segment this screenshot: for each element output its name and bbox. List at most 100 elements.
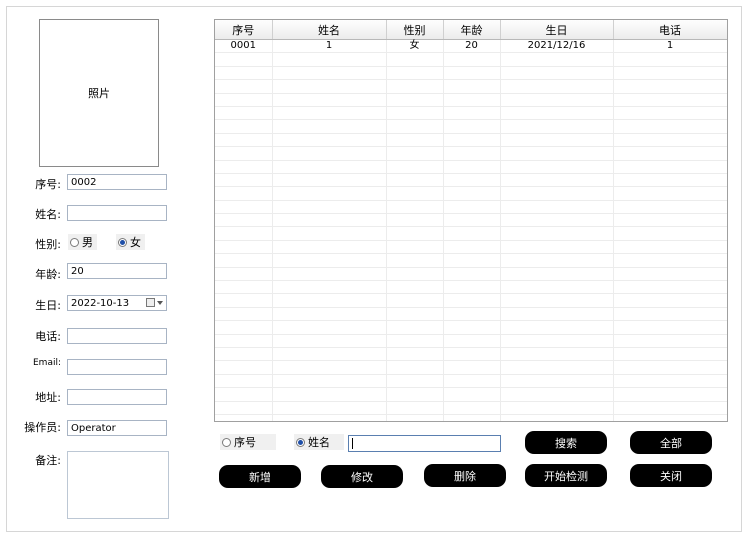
empty-cell — [386, 374, 444, 389]
empty-cell — [386, 106, 444, 121]
empty-cell — [500, 52, 614, 67]
empty-cell — [272, 119, 387, 134]
empty-cell — [613, 133, 727, 148]
column-header-name[interactable]: 姓名 — [272, 20, 387, 40]
empty-cell — [443, 106, 501, 121]
gender-male-label: 男 — [82, 236, 93, 249]
empty-cell — [443, 387, 501, 402]
empty-cell — [500, 93, 614, 107]
empty-cell — [215, 133, 273, 148]
empty-row — [215, 334, 727, 348]
empty-cell — [443, 52, 501, 67]
data-grid[interactable]: 序号 姓名 性别 年龄 生日 电话 0001 1 女 20 2021/12/16… — [214, 19, 728, 422]
column-header-gender[interactable]: 性别 — [386, 20, 444, 40]
empty-cell — [272, 52, 387, 67]
cell-seq: 0001 — [215, 39, 273, 54]
photo-box[interactable]: 照片 — [39, 19, 159, 167]
empty-cell — [272, 106, 387, 121]
calendar-dropdown[interactable] — [146, 298, 163, 307]
empty-cell — [215, 106, 273, 121]
empty-cell — [386, 267, 444, 282]
column-header-age[interactable]: 年龄 — [443, 20, 501, 40]
empty-cell — [500, 320, 614, 335]
edit-button[interactable]: 修改 — [321, 465, 403, 488]
empty-cell — [272, 401, 387, 415]
empty-cell — [500, 280, 614, 295]
empty-row — [215, 307, 727, 322]
empty-cell — [215, 186, 273, 201]
remark-textarea[interactable] — [67, 451, 169, 519]
empty-cell — [215, 347, 273, 362]
empty-cell — [215, 374, 273, 389]
empty-cell — [500, 347, 614, 362]
empty-cell — [443, 119, 501, 134]
empty-cell — [386, 52, 444, 67]
empty-cell — [215, 267, 273, 282]
add-button[interactable]: 新增 — [219, 465, 301, 488]
empty-cell — [386, 360, 444, 375]
empty-cell — [272, 293, 387, 308]
empty-cell — [272, 226, 387, 241]
email-label: Email: — [32, 358, 61, 368]
search-by-name-radio[interactable]: 姓名 — [294, 434, 344, 450]
empty-cell — [613, 293, 727, 308]
search-input[interactable] — [348, 435, 501, 452]
empty-cell — [613, 160, 727, 174]
close-button[interactable]: 关闭 — [630, 464, 712, 487]
empty-cell — [443, 240, 501, 255]
empty-cell — [500, 414, 614, 421]
empty-cell — [500, 160, 614, 174]
empty-cell — [272, 414, 387, 421]
empty-row — [215, 414, 727, 421]
empty-cell — [613, 267, 727, 282]
birthday-picker[interactable]: 2022-10-13 — [67, 295, 167, 311]
empty-cell — [613, 93, 727, 107]
cell-age: 20 — [443, 39, 501, 54]
gender-male-radio[interactable]: 男 — [68, 234, 97, 250]
text-caret — [352, 438, 353, 449]
email-field[interactable] — [67, 359, 167, 375]
empty-cell — [272, 200, 387, 215]
empty-cell — [443, 160, 501, 174]
empty-cell — [272, 320, 387, 335]
empty-cell — [386, 280, 444, 295]
empty-cell — [215, 387, 273, 402]
empty-cell — [613, 213, 727, 228]
empty-cell — [443, 253, 501, 268]
start-detect-button[interactable]: 开始检测 — [525, 464, 607, 487]
name-field[interactable] — [67, 205, 167, 221]
empty-cell — [613, 146, 727, 161]
search-button[interactable]: 搜索 — [525, 431, 607, 454]
empty-cell — [613, 253, 727, 268]
phone-field[interactable] — [67, 328, 167, 344]
empty-cell — [272, 66, 387, 81]
empty-row — [215, 213, 727, 228]
empty-cell — [443, 200, 501, 215]
empty-cell — [500, 186, 614, 201]
empty-cell — [613, 226, 727, 241]
empty-cell — [500, 173, 614, 188]
column-header-seq[interactable]: 序号 — [215, 20, 273, 40]
empty-cell — [443, 186, 501, 201]
all-button[interactable]: 全部 — [630, 431, 712, 454]
address-field[interactable] — [67, 389, 167, 405]
seq-field[interactable]: 0002 — [67, 174, 167, 190]
age-field[interactable]: 20 — [67, 263, 167, 279]
column-header-phone[interactable]: 电话 — [613, 20, 727, 40]
empty-cell — [613, 307, 727, 322]
empty-row — [215, 347, 727, 362]
empty-cell — [272, 253, 387, 268]
operator-field[interactable]: Operator — [67, 420, 167, 436]
gender-female-radio[interactable]: 女 — [116, 234, 145, 250]
empty-row — [215, 186, 727, 201]
empty-cell — [386, 387, 444, 402]
empty-cell — [500, 133, 614, 148]
table-row[interactable]: 0001 1 女 20 2021/12/16 1 — [215, 39, 727, 54]
column-header-birthday[interactable]: 生日 — [500, 20, 614, 40]
search-by-seq-radio[interactable]: 序号 — [220, 434, 276, 450]
empty-row — [215, 387, 727, 402]
empty-cell — [215, 119, 273, 134]
empty-cell — [613, 186, 727, 201]
delete-button[interactable]: 删除 — [424, 464, 506, 487]
empty-row — [215, 280, 727, 295]
